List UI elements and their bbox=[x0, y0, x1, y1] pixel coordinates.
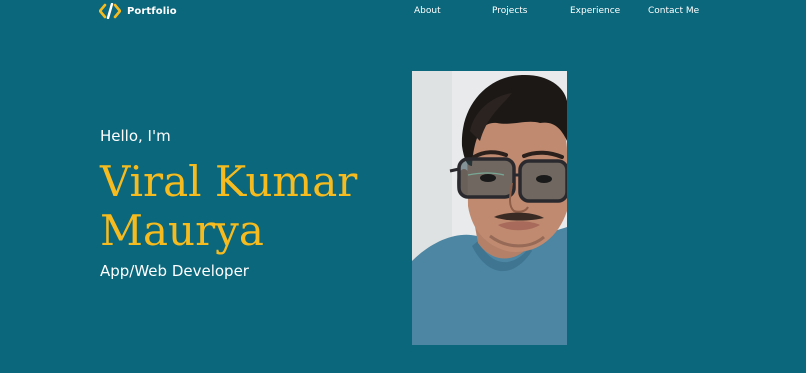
hero-greeting: Hello, I'm bbox=[100, 127, 171, 145]
hero-name-line1: Viral Kumar bbox=[100, 157, 358, 206]
hero-name-line2: Maurya bbox=[100, 206, 264, 255]
nav-link-experience[interactable]: Experience bbox=[570, 6, 620, 16]
hero-role: App/Web Developer bbox=[100, 262, 249, 280]
main-nav: About Projects Experience Contact Me bbox=[0, 6, 806, 18]
profile-photo bbox=[412, 71, 567, 345]
nav-link-contact[interactable]: Contact Me bbox=[648, 6, 699, 16]
hero-name: Viral Kumar Maurya bbox=[100, 157, 400, 255]
nav-link-about[interactable]: About bbox=[414, 6, 441, 16]
nav-link-projects[interactable]: Projects bbox=[492, 6, 527, 16]
